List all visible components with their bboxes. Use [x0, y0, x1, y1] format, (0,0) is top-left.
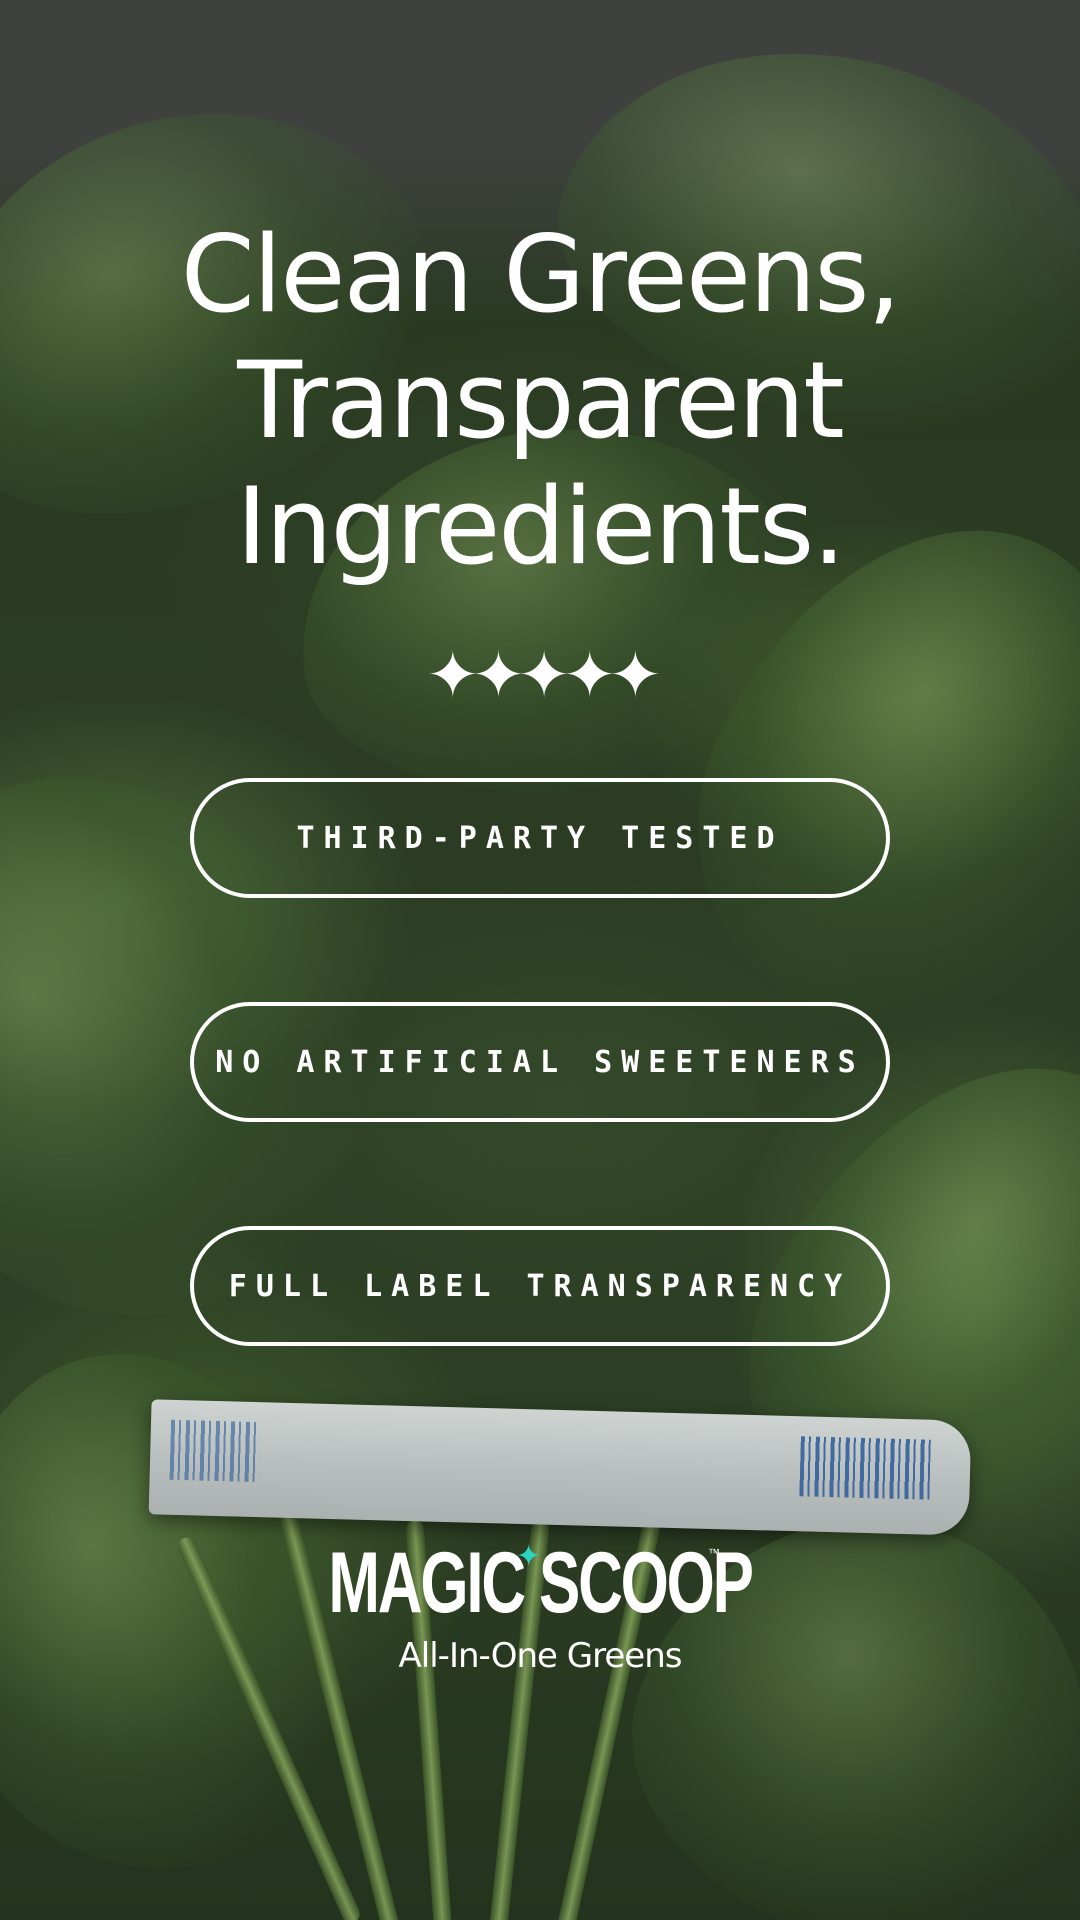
sparkle-icon: ✦	[516, 1540, 542, 1573]
brand-tagline: All-In-One Greens	[398, 1636, 683, 1676]
badge-label: THIRD-PARTY TESTED	[296, 820, 784, 856]
star-rating-icon: ✦✦✦✦✦	[425, 639, 662, 711]
headline-line-2: Transparent	[237, 339, 845, 462]
badge-no-artificial-sweeteners: NO ARTIFICIAL SWEETENERS	[190, 1002, 890, 1122]
headline: Clean Greens, Transparent Ingredients.	[0, 212, 1080, 590]
headline-line-3: Ingredients.	[236, 465, 846, 588]
badge-label: FULL LABEL TRANSPARENCY	[228, 1268, 852, 1304]
badge-third-party-tested: THIRD-PARTY TESTED	[190, 778, 890, 898]
badge-label: NO ARTIFICIAL SWEETENERS	[215, 1044, 865, 1080]
badge-full-label-transparency: FULL LABEL TRANSPARENCY	[190, 1226, 890, 1346]
headline-line-1: Clean Greens,	[180, 213, 901, 336]
trademark-mark: ™	[708, 1546, 720, 1560]
